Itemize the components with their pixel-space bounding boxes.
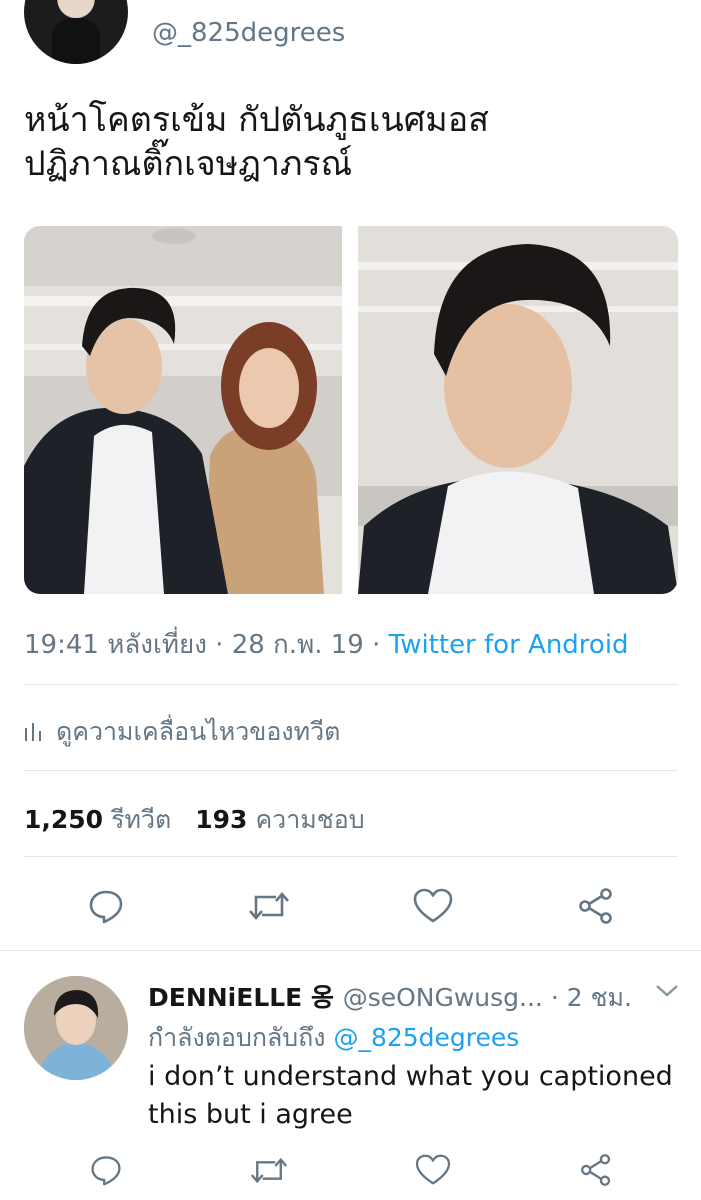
reply-icon [91, 1156, 121, 1186]
like-label: ความชอบ [255, 805, 365, 834]
reply-author-name: DENNiELLE 옹 [148, 983, 334, 1012]
reply-actions [24, 1146, 678, 1194]
author-avatar[interactable] [24, 0, 128, 64]
reply-icon [89, 890, 123, 924]
divider [24, 770, 678, 771]
reply-text-line-1: i don’t understand what you captioned [148, 1061, 673, 1092]
like-icon [413, 888, 453, 923]
author-handle[interactable]: @_825degrees [152, 18, 345, 48]
tweet-photo-1[interactable] [24, 226, 342, 594]
reply-reply-button[interactable] [82, 1146, 130, 1194]
like-count: 193 [195, 805, 248, 834]
tweet-meta: 19:41 หลังเที่ยง · 28 ก.พ. 19 · Twitter … [24, 624, 629, 665]
tweet-stats: 1,250 รีทวีต 193 ความชอบ [24, 800, 365, 840]
share-button[interactable] [572, 882, 620, 930]
retweet-count: 1,250 [24, 805, 104, 834]
tweet-timestamp: 19:41 หลังเที่ยง · 28 ก.พ. 19 · [24, 630, 389, 660]
share-icon [579, 888, 613, 924]
reply-author[interactable]: DENNiELLE 옹 @seONGwusg... · 2 ชม. [148, 978, 632, 1018]
tweet-text: หน้าโคตรเข้ม กัปตันภูธเนศมอส ปฏิภาณติ๊กเ… [24, 98, 684, 186]
retweet-icon [249, 892, 290, 920]
tweet-photo-2[interactable] [358, 226, 678, 594]
tweet-source-link[interactable]: Twitter for Android [389, 630, 629, 660]
reply-menu-button[interactable] [654, 982, 680, 1004]
view-tweet-activity-label: ดูความเคลื่อนไหวของทวีต [56, 717, 341, 746]
replying-to: กำลังตอบกลับถึง @_825degrees [148, 1018, 519, 1058]
tweet-text-line-2: ปฏิภาณติ๊กเจษฎาภรณ์ [24, 144, 353, 184]
reply-text-line-2: this but i agree [148, 1099, 353, 1130]
reply-like-button[interactable] [409, 1146, 457, 1194]
like-button[interactable] [409, 882, 457, 930]
share-icon [581, 1154, 611, 1186]
retweet-label: รีทวีต [111, 805, 172, 834]
reply-text: i don’t understand what you captioned th… [148, 1058, 678, 1134]
divider [24, 856, 678, 857]
reply-author-avatar[interactable] [24, 976, 128, 1080]
bar-chart-icon [24, 718, 42, 747]
retweet-button[interactable] [245, 882, 293, 930]
like-icon [415, 1154, 450, 1185]
reply-button[interactable] [82, 882, 130, 930]
view-tweet-activity[interactable]: ดูความเคลื่อนไหวของทวีต [24, 712, 340, 752]
replying-to-prefix: กำลังตอบกลับถึง [148, 1023, 334, 1052]
like-stat[interactable]: 193 ความชอบ [195, 805, 364, 834]
reply-retweet-button[interactable] [245, 1146, 293, 1194]
reply-share-button[interactable] [572, 1146, 620, 1194]
reply-handle-time: @seONGwusg... · 2 ชม. [342, 983, 632, 1012]
tweet-actions [24, 882, 678, 930]
tweet-text-line-1: หน้าโคตรเข้ม กัปตันภูธเนศมอส [24, 100, 489, 140]
retweet-stat[interactable]: 1,250 รีทวีต [24, 805, 171, 834]
retweet-icon [251, 1157, 288, 1183]
divider [24, 684, 678, 685]
chevron-down-icon [656, 985, 678, 997]
section-divider [0, 950, 701, 951]
replying-to-mention[interactable]: @_825degrees [333, 1023, 519, 1052]
